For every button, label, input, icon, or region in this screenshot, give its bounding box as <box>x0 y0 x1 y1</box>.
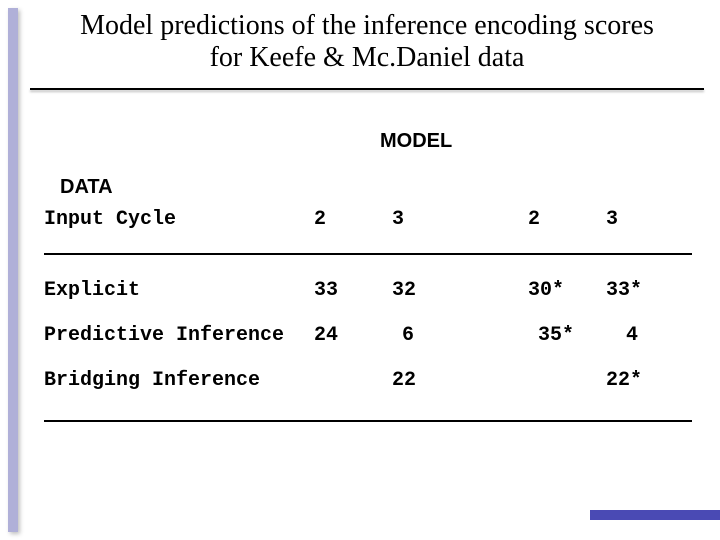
cell: 6 <box>392 324 480 347</box>
cell: 4 <box>616 324 704 347</box>
title-underline <box>30 88 704 90</box>
bottom-right-accent <box>590 510 720 520</box>
cell: 30* <box>528 279 606 302</box>
table-row: Predictive Inference 24 6 35* 4 <box>44 324 692 347</box>
cell: 33 <box>314 279 392 302</box>
cell: 32 <box>392 279 470 302</box>
table-row: Bridging Inference 22 22* <box>44 369 692 392</box>
cell: 22* <box>606 369 684 392</box>
slide: Model predictions of the inference encod… <box>0 0 720 540</box>
left-accent-bar <box>8 8 18 532</box>
title-line-2: for Keefe & Mc.Daniel data <box>30 42 704 74</box>
title-line-1: Model predictions of the inference encod… <box>30 10 704 42</box>
cell: 33* <box>606 279 684 302</box>
table-divider-bottom <box>44 420 692 422</box>
model-heading: MODEL <box>380 130 452 153</box>
slide-title: Model predictions of the inference encod… <box>30 10 704 74</box>
row-label: Predictive Inference <box>44 324 314 347</box>
table-header-row: Input Cycle 2 3 2 3 <box>44 208 692 231</box>
cell: 24 <box>314 324 392 347</box>
col-header: 3 <box>606 208 684 231</box>
cell: 22 <box>392 369 470 392</box>
table-divider-top <box>44 253 692 255</box>
data-heading: DATA <box>60 176 113 199</box>
row-label: Bridging Inference <box>44 369 314 392</box>
header-label: Input Cycle <box>44 208 314 231</box>
col-header: 2 <box>528 208 606 231</box>
col-header: 3 <box>392 208 470 231</box>
row-label: Explicit <box>44 279 314 302</box>
data-table: Input Cycle 2 3 2 3 Explicit 33 32 30* 3… <box>44 208 692 446</box>
col-header: 2 <box>314 208 392 231</box>
cell: 35* <box>538 324 616 347</box>
table-row: Explicit 33 32 30* 33* <box>44 279 692 302</box>
